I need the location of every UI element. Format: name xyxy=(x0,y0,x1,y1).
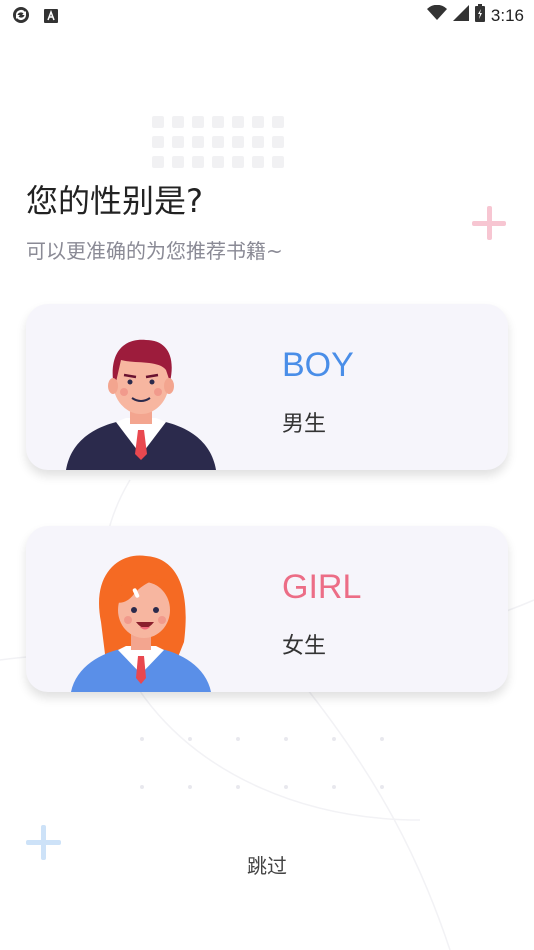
dots-decoration xyxy=(140,785,384,789)
signal-icon xyxy=(452,5,469,26)
plus-decoration-pink xyxy=(472,206,506,240)
boy-label-en: BOY xyxy=(282,346,354,384)
page-subtitle: 可以更准确的为您推荐书籍~ xyxy=(26,239,283,263)
girl-avatar xyxy=(71,555,211,692)
girl-label-cn: 女生 xyxy=(282,634,327,659)
dot-grid-decoration xyxy=(152,116,284,168)
boy-option-card[interactable]: BOY 男生 xyxy=(26,304,508,470)
girl-option-card[interactable]: GIRL 女生 xyxy=(26,526,508,692)
dots-decoration xyxy=(140,737,384,741)
girl-label-en: GIRL xyxy=(282,568,362,606)
wifi-icon xyxy=(426,4,447,26)
clock: 3:16 xyxy=(490,5,524,25)
boy-label-cn: 男生 xyxy=(282,412,327,437)
sync-icon xyxy=(12,6,30,28)
skip-button[interactable]: 跳过 xyxy=(0,850,534,879)
battery-icon xyxy=(474,4,485,27)
a-icon xyxy=(44,8,58,27)
status-bar: 3:16 xyxy=(0,0,534,30)
page-title: 您的性别是? xyxy=(26,182,203,220)
boy-avatar xyxy=(66,339,216,470)
